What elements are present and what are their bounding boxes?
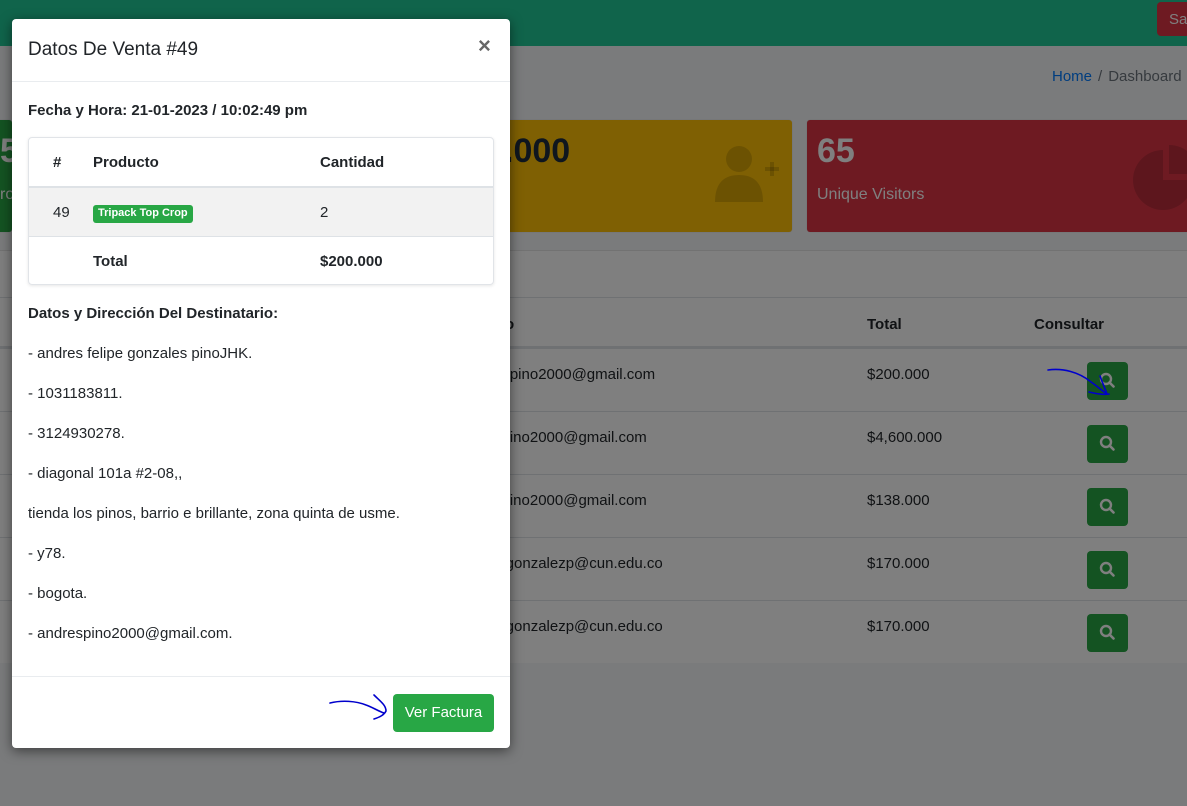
address-line: - andres felipe gonzales pinoJHK. bbox=[28, 345, 253, 362]
item-row: 49 Tripack Top Crop 2 bbox=[29, 188, 493, 237]
items-header-id: # bbox=[53, 154, 62, 171]
close-icon[interactable]: × bbox=[478, 33, 491, 59]
modal-title: Datos De Venta #49 bbox=[28, 39, 199, 60]
ver-factura-button[interactable]: Ver Factura bbox=[393, 694, 494, 732]
address-line: - 3124930278. bbox=[28, 425, 125, 442]
address-line: - bogota. bbox=[28, 585, 88, 602]
items-table: # Producto Cantidad 49 Tripack Top Crop … bbox=[28, 137, 494, 285]
annotation-arrow-icon bbox=[329, 694, 387, 720]
address-line: - 1031183811. bbox=[28, 385, 123, 402]
annotation-arrow-icon bbox=[1047, 368, 1110, 396]
address-line: - andrespino2000@gmail.com. bbox=[28, 625, 233, 642]
items-table-footer: Total $200.000 bbox=[29, 237, 493, 284]
modal-footer-divider bbox=[12, 676, 510, 677]
item-id: 49 bbox=[53, 204, 70, 221]
address-line: tienda los pinos, barrio e brillante, zo… bbox=[28, 505, 400, 522]
address-line: - y78. bbox=[28, 545, 66, 562]
items-header-product: Producto bbox=[93, 154, 159, 171]
total-label: Total bbox=[93, 253, 128, 270]
items-header-quantity: Cantidad bbox=[320, 154, 385, 171]
product-badge: Tripack Top Crop bbox=[93, 205, 193, 223]
sale-details-modal: Datos De Venta #49 × Fecha y Hora: 21-01… bbox=[12, 19, 510, 748]
recipient-title: Datos y Dirección Del Destinatario: bbox=[28, 305, 279, 322]
modal-header-divider bbox=[12, 81, 510, 82]
sale-datetime: Fecha y Hora: 21-01-2023 / 10:02:49 pm bbox=[28, 102, 308, 119]
total-value: $200.000 bbox=[320, 253, 383, 270]
items-table-header: # Producto Cantidad bbox=[29, 138, 493, 188]
address-line: - diagonal 101a #2-08,, bbox=[28, 465, 183, 482]
item-quantity: 2 bbox=[320, 204, 329, 221]
